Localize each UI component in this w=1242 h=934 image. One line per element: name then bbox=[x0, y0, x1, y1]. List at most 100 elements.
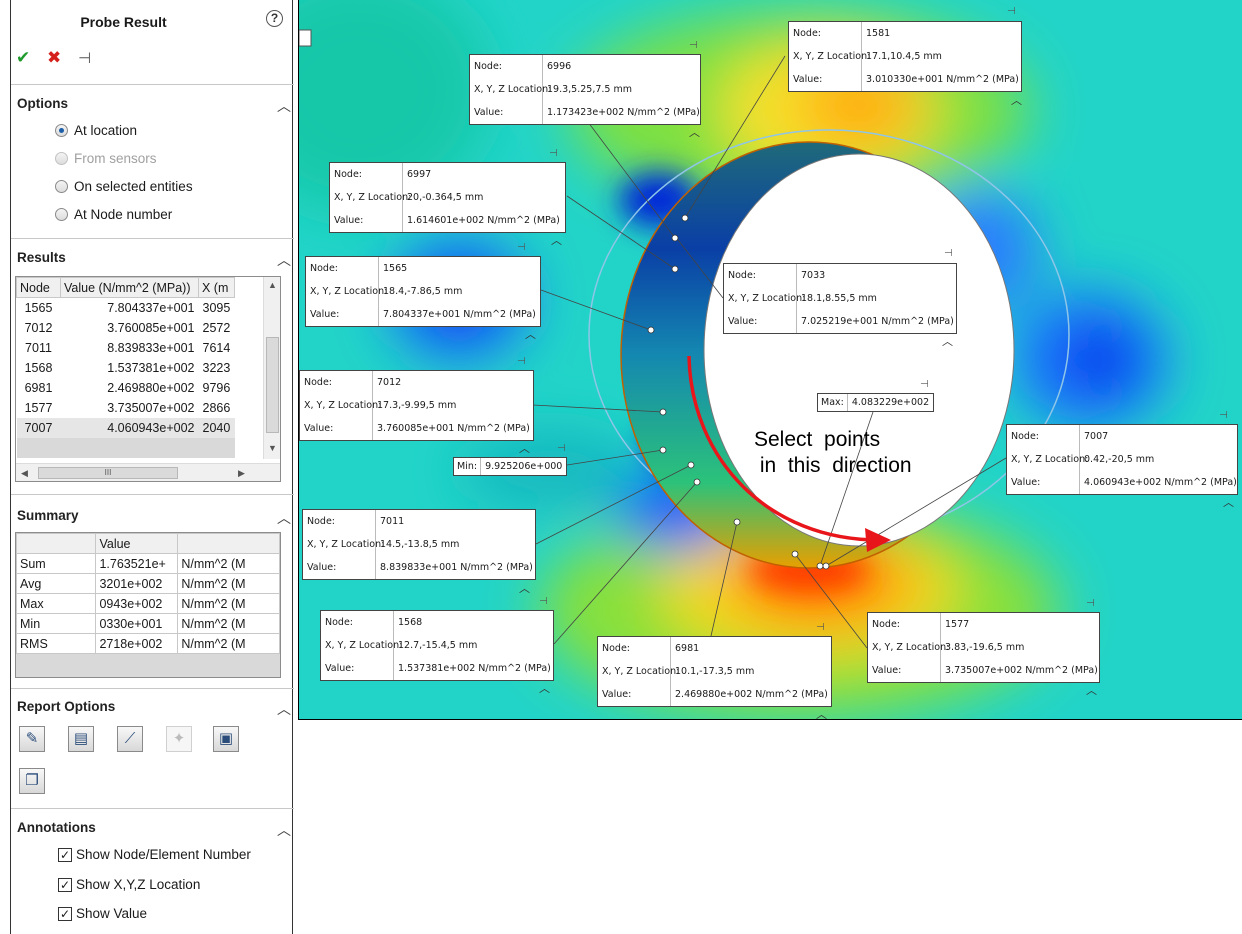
plot-icon[interactable]: ⟋ bbox=[117, 726, 143, 752]
callout-pin-icon[interactable]: ⊣ bbox=[944, 248, 953, 259]
callout-pin-icon[interactable]: ⊣ bbox=[689, 40, 698, 51]
radio-label: On selected entities bbox=[74, 179, 193, 194]
report-icon[interactable]: ✎ bbox=[19, 726, 45, 752]
cell-node: 7012 bbox=[24, 320, 53, 335]
probe-callout-1581[interactable]: Node: 1581 X, Y, Z Location: 17.1,10.4,5 m… bbox=[788, 21, 1022, 92]
summary-label: RMS bbox=[16, 633, 97, 654]
results-section-header[interactable]: Results ︿ bbox=[11, 250, 294, 268]
summary-row: Avg 3201e+002 N/mm^2 (M bbox=[16, 573, 280, 594]
probe-callout-6981[interactable]: Node: 6981 X, Y, Z Location: 10.1,-17.3,5 … bbox=[597, 636, 832, 707]
callout-caret-icon[interactable]: ︿ bbox=[942, 333, 953, 349]
summary-unit: N/mm^2 (M bbox=[177, 573, 280, 594]
callout-caret-icon[interactable]: ︿ bbox=[1086, 682, 1097, 698]
callout-caret-icon[interactable]: ︿ bbox=[551, 232, 562, 248]
probe-callout-7012[interactable]: Node: 7012 X, Y, Z Location: 17.3,-9.99,5 … bbox=[299, 370, 534, 441]
annotations-section-header[interactable]: Annotations ︿ bbox=[11, 820, 294, 838]
callout-value: 3.010330e+001 N/mm^2 (MPa) bbox=[866, 74, 1019, 85]
callout-caret-icon[interactable]: ︿ bbox=[1223, 494, 1234, 510]
callout-pin-icon[interactable]: ⊣ bbox=[920, 379, 929, 390]
callout-pin-icon[interactable]: ⊣ bbox=[517, 242, 526, 253]
vertical-scrollbar[interactable]: ▲ ▼ bbox=[263, 277, 280, 459]
callout-caret-icon[interactable]: ︿ bbox=[539, 680, 550, 696]
callout-pin-icon[interactable]: ⊣ bbox=[549, 148, 558, 159]
collapse-caret-icon[interactable]: ︿ bbox=[277, 250, 291, 270]
show-xyz-checkbox[interactable]: ✓ Show X,Y,Z Location bbox=[58, 877, 200, 892]
cancel-x-icon[interactable]: ✖ bbox=[47, 48, 61, 68]
annotations-title: Annotations bbox=[17, 820, 96, 835]
probe-callout-1565[interactable]: Node: 1565 X, Y, Z Location: 18.4,-7.86,5 … bbox=[305, 256, 541, 327]
table-row[interactable]: 7007 4.060943e+002 2040 bbox=[16, 417, 235, 438]
column-header-value[interactable]: Value (N/mm^2 (MPa)) bbox=[60, 277, 199, 298]
table-row[interactable]: 1568 1.537381e+002 3223 bbox=[17, 358, 235, 378]
probe-callout-7007[interactable]: Node: 7007 X, Y, Z Location: 0.42,-20,5 mm… bbox=[1006, 424, 1238, 495]
ok-check-icon[interactable]: ✔ bbox=[16, 48, 30, 68]
max-value-tag[interactable]: Max: 4.083229e+002 bbox=[817, 393, 935, 412]
scroll-thumb[interactable] bbox=[266, 337, 279, 433]
callout-caret-icon[interactable]: ︿ bbox=[519, 580, 530, 596]
callout-pin-icon[interactable]: ⊣ bbox=[539, 596, 548, 607]
scroll-up-icon[interactable]: ▲ bbox=[268, 280, 277, 290]
radio-button-icon[interactable] bbox=[55, 124, 68, 137]
scroll-down-icon[interactable]: ▼ bbox=[268, 443, 277, 453]
callout-caret-icon[interactable]: ︿ bbox=[689, 124, 700, 140]
table-row[interactable]: 6981 2.469880e+002 9796 bbox=[17, 378, 235, 398]
collapse-caret-icon[interactable]: ︿ bbox=[277, 699, 291, 719]
collapse-caret-icon[interactable]: ︿ bbox=[277, 96, 291, 116]
callout-pin-icon[interactable]: ⊣ bbox=[517, 356, 526, 367]
table-row[interactable]: 1577 3.735007e+002 2866 bbox=[17, 398, 235, 418]
callout-label: X, Y, Z Location: bbox=[306, 280, 387, 303]
summary-section-header[interactable]: Summary ︿ bbox=[11, 508, 294, 526]
callout-caret-icon[interactable]: ︿ bbox=[525, 326, 536, 342]
callout-pin-icon[interactable]: ⊣ bbox=[557, 443, 566, 454]
callout-caret-icon[interactable]: ︿ bbox=[519, 440, 530, 456]
report-options-section-header[interactable]: Report Options ︿ bbox=[11, 699, 294, 717]
radio-at-node-number[interactable]: At Node number bbox=[55, 207, 172, 222]
radio-on-selected-entities[interactable]: On selected entities bbox=[55, 179, 193, 194]
radio-at-location[interactable]: At location bbox=[55, 123, 137, 138]
collapse-caret-icon[interactable]: ︿ bbox=[277, 508, 291, 528]
results-table-box[interactable]: Node Value (N/mm^2 (MPa)) X (m 1565 7.804… bbox=[15, 276, 281, 482]
column-header-x[interactable]: X (m bbox=[198, 277, 235, 298]
probe-callout-6996[interactable]: Node: 6996 X, Y, Z Location: 19.3,5.25,7.5… bbox=[469, 54, 701, 125]
callout-pin-icon[interactable]: ⊣ bbox=[1007, 6, 1016, 17]
probe-callout-1577[interactable]: Node: 1577 X, Y, Z Location: 3.83,-19.6,5 … bbox=[867, 612, 1100, 683]
callout-node: 1577 bbox=[945, 619, 970, 630]
show-node-checkbox[interactable]: ✓ Show Node/Element Number bbox=[58, 847, 251, 862]
summary-table: Value Sum 1.763521e+ N/mm^2 (M Avg 3201e+002… bbox=[16, 533, 280, 654]
table-row[interactable]: 1565 7.804337e+001 3095 bbox=[17, 298, 235, 318]
scroll-right-icon[interactable]: ▶ bbox=[238, 468, 245, 479]
collapse-caret-icon[interactable]: ︿ bbox=[277, 820, 291, 840]
column-header-node[interactable]: Node bbox=[16, 277, 61, 298]
callout-pin-icon[interactable]: ⊣ bbox=[816, 622, 825, 633]
callout-caret-icon[interactable]: ︿ bbox=[1011, 92, 1022, 108]
options-section-header[interactable]: Options ︿ bbox=[11, 96, 294, 114]
table-row[interactable]: 7012 3.760085e+001 2572 bbox=[17, 318, 235, 338]
save-icon[interactable]: ▤ bbox=[68, 726, 94, 752]
checkbox-check-icon[interactable]: ✓ bbox=[58, 906, 72, 921]
pushpin-icon[interactable]: ⊣ bbox=[78, 49, 91, 67]
probe-callout-6997[interactable]: Node: 6997 X, Y, Z Location: 20,-0.364,5 m… bbox=[329, 162, 566, 233]
radio-button-icon[interactable] bbox=[55, 180, 68, 193]
cell-node: 7007 bbox=[16, 417, 61, 438]
checkbox-check-icon[interactable]: ✓ bbox=[58, 877, 72, 892]
min-value-tag[interactable]: Min: 9.925206e+000 bbox=[453, 457, 568, 476]
callout-pin-icon[interactable]: ⊣ bbox=[1219, 410, 1228, 421]
checkbox-check-icon[interactable]: ✓ bbox=[58, 847, 72, 862]
help-icon[interactable]: ? bbox=[266, 10, 283, 27]
probe-callout-7011[interactable]: Node: 7011 X, Y, Z Location: 14.5,-13.8,5 … bbox=[302, 509, 536, 580]
horizontal-scrollbar[interactable]: ◀ III ▶ bbox=[16, 463, 280, 481]
callout-caret-icon[interactable]: ︿ bbox=[816, 706, 827, 719]
probe-callout-7033[interactable]: Node: 7033 X, Y, Z Location: 18.1,8.55,5 m… bbox=[723, 263, 957, 334]
image-icon[interactable]: ▣ bbox=[213, 726, 239, 752]
scroll-thumb[interactable]: III bbox=[38, 467, 178, 479]
probe-callout-1568[interactable]: Node: 1568 X, Y, Z Location: 12.7,-15.4,5 … bbox=[320, 610, 554, 681]
table-row[interactable]: 7011 8.839833e+001 7614 bbox=[17, 338, 235, 358]
radio-button-icon[interactable] bbox=[55, 208, 68, 221]
copy-icon[interactable]: ❐ bbox=[19, 768, 45, 794]
graphics-viewport[interactable]: Node: 1581 X, Y, Z Location: 17.1,10.4,5 m… bbox=[298, 0, 1242, 720]
callout-pin-icon[interactable]: ⊣ bbox=[1086, 598, 1095, 609]
scroll-left-icon[interactable]: ◀ bbox=[21, 468, 28, 479]
cell-value: 3.735007e+002 bbox=[107, 400, 195, 415]
show-value-checkbox[interactable]: ✓ Show Value bbox=[58, 906, 147, 921]
callout-label: X, Y, Z Location: bbox=[598, 660, 679, 683]
